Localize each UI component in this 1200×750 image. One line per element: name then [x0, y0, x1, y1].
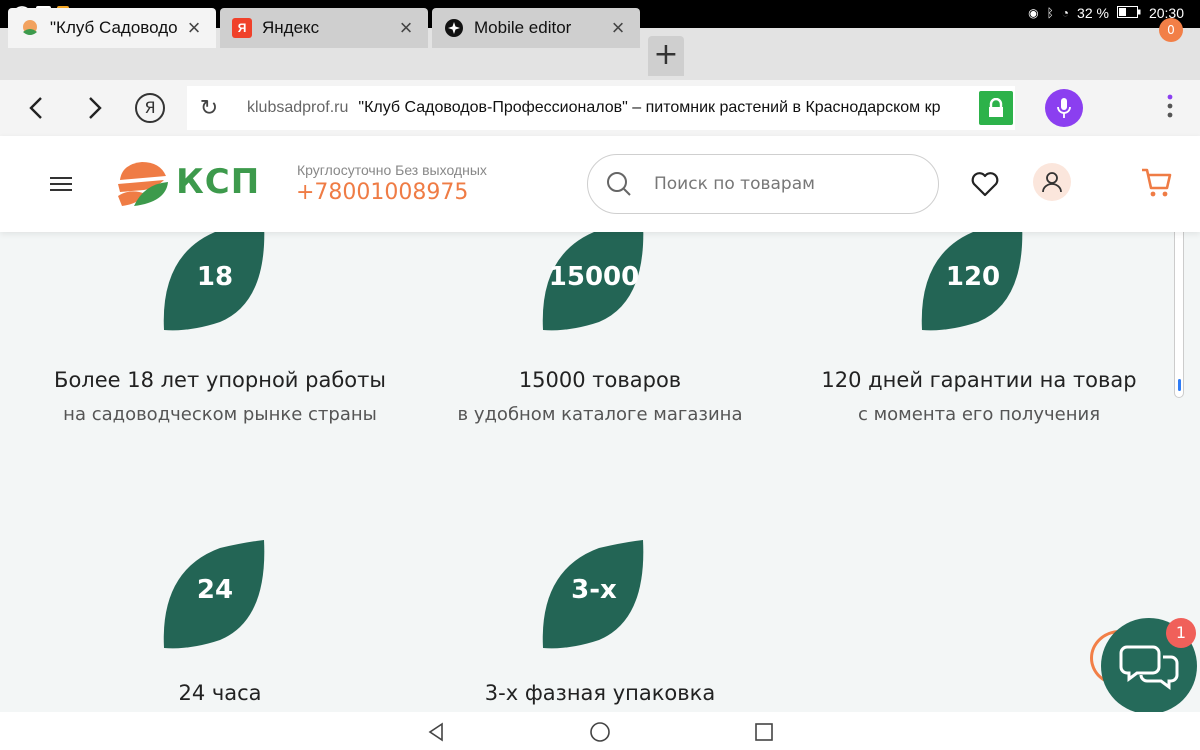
home-circle-icon[interactable] [589, 721, 611, 743]
reload-icon[interactable]: ↻ [187, 95, 231, 121]
battery-percent: 32 % [1077, 5, 1109, 21]
tab-title: Яндекс [262, 18, 320, 37]
feature-number: 3-х [571, 575, 617, 605]
feature-subtitle: с момента его получения [857, 404, 1101, 425]
feature-title: 120 дней гарантии на товар [821, 368, 1137, 392]
close-icon[interactable]: × [184, 15, 204, 41]
feature-title: 3-х фазная упаковка [484, 681, 716, 705]
feature-number: 120 [945, 262, 1001, 292]
sun-leaf-icon [20, 18, 40, 38]
heart-icon[interactable] [971, 171, 999, 201]
scrollbar-thumb[interactable] [1178, 379, 1181, 391]
back-button[interactable] [16, 88, 56, 128]
microphone-icon[interactable] [1045, 89, 1083, 127]
close-icon[interactable]: × [396, 15, 416, 41]
phone-number[interactable]: +78001008975 [296, 180, 468, 205]
feature-number: 24 [196, 575, 234, 605]
address-bar[interactable]: ↻ klubsadprof.ru "Клуб Садоводов-Професс… [187, 86, 1015, 130]
search-icon [607, 172, 631, 196]
editor-icon [444, 18, 464, 38]
bluetooth-icon: ᛒ [1046, 6, 1054, 20]
tab-klubsadprof[interactable]: "Клуб Садоводо × [8, 8, 216, 48]
tab-mobile-editor[interactable]: Mobile editor × [432, 8, 640, 48]
yandex-button[interactable]: Я [135, 93, 165, 123]
cart-icon[interactable] [1140, 166, 1172, 202]
feature-subtitle: в удобном каталоге магазина [457, 404, 743, 425]
url-page-title: "Клуб Садоводов-Профессионалов" – питомн… [358, 99, 941, 116]
feature-number: 15000 [548, 262, 640, 292]
speed-icon: ◔ [1061, 6, 1070, 20]
chat-bubbles-icon [1119, 645, 1179, 690]
url-domain: klubsadprof.ru [247, 99, 349, 116]
page-scrollbar[interactable] [1174, 218, 1184, 398]
cart-count-badge: 0 [1159, 18, 1183, 42]
search-box[interactable] [587, 154, 939, 214]
tab-title: "Клуб Садоводо [50, 18, 178, 37]
site-logo[interactable]: КСП [116, 158, 266, 210]
feature-title: 24 часа [178, 681, 262, 705]
tab-title: Mobile editor [474, 18, 572, 37]
menu-icon[interactable] [1160, 92, 1180, 122]
search-input[interactable] [652, 173, 912, 195]
logo-text: КСП [176, 162, 261, 202]
tab-yandex[interactable]: Я Яндекс × [220, 8, 428, 48]
user-icon[interactable] [1033, 163, 1071, 201]
forward-button[interactable] [75, 88, 115, 128]
feature-subtitle: на садоводческом рынке страны [63, 404, 377, 425]
browser-toolbar: Я ↻ klubsadprof.ru "Клуб Садоводов-Профе… [0, 80, 1200, 136]
battery-icon [1116, 5, 1141, 21]
chat-badge: 1 [1166, 618, 1196, 648]
lock-icon[interactable] [979, 91, 1013, 125]
android-navigation-bar [0, 712, 1200, 750]
feature-title: 15000 товаров [518, 368, 682, 392]
recents-square-icon[interactable] [754, 722, 774, 742]
hamburger-menu-icon[interactable] [50, 177, 72, 195]
feature-number: 18 [196, 262, 234, 292]
feature-title: Более 18 лет упорной работы [54, 368, 386, 392]
close-icon[interactable]: × [608, 15, 628, 41]
yandex-icon: Я [232, 18, 252, 38]
back-triangle-icon[interactable] [426, 722, 446, 742]
new-tab-button[interactable]: + [648, 36, 684, 76]
eye-icon: ◉ [1028, 6, 1039, 20]
site-header: КСП Круглосуточно Без выходных +78001008… [0, 136, 1200, 232]
working-hours: Круглосуточно Без выходных [297, 162, 487, 178]
